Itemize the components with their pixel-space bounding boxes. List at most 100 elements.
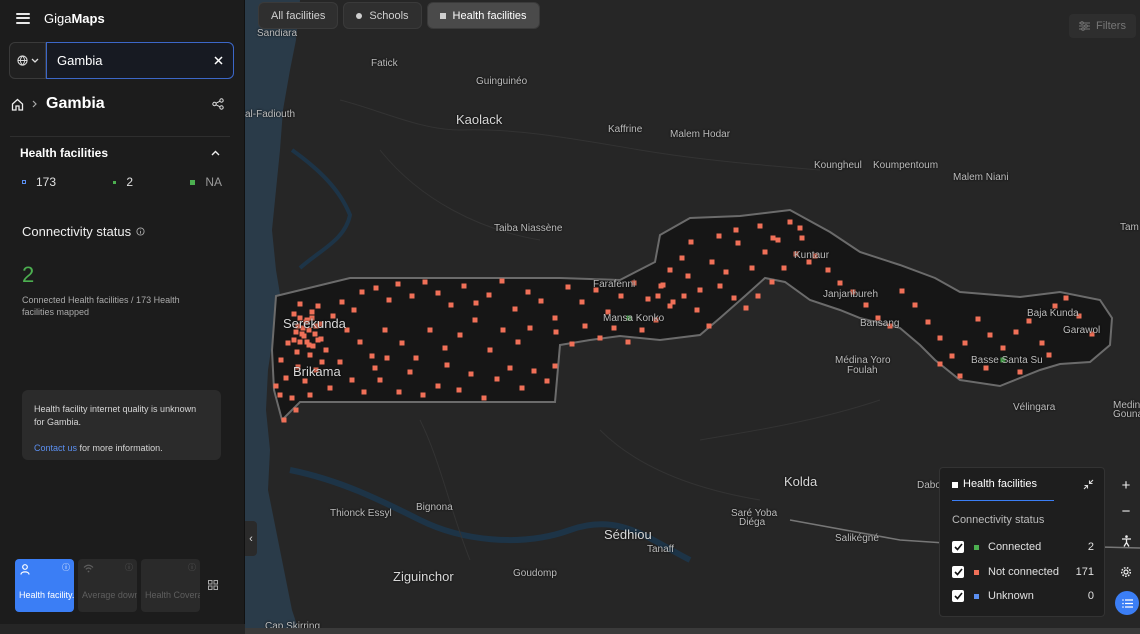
chevron-up-icon[interactable] — [211, 150, 220, 156]
facility-marker-not-connected[interactable] — [770, 235, 776, 241]
facility-marker-not-connected[interactable] — [442, 345, 448, 351]
facility-marker-not-connected[interactable] — [386, 297, 392, 303]
facility-marker-not-connected[interactable] — [975, 316, 981, 322]
settings-button[interactable] — [1116, 564, 1136, 580]
facility-marker-not-connected[interactable] — [645, 296, 651, 302]
facility-marker-not-connected[interactable] — [538, 298, 544, 304]
facility-marker-not-connected[interactable] — [569, 341, 575, 347]
facility-marker-not-connected[interactable] — [1046, 352, 1052, 358]
facility-marker-not-connected[interactable] — [294, 349, 300, 355]
facility-marker-not-connected[interactable] — [525, 289, 531, 295]
contact-link[interactable]: Contact us — [34, 443, 77, 453]
facility-marker-not-connected[interactable] — [899, 288, 905, 294]
facility-marker-not-connected[interactable] — [1000, 345, 1006, 351]
tab-health-facilities[interactable]: Health facilities — [426, 2, 540, 29]
facility-marker-not-connected[interactable] — [937, 335, 943, 341]
facility-marker-not-connected[interactable] — [278, 357, 284, 363]
facility-marker-not-connected[interactable] — [655, 293, 661, 299]
facility-marker-not-connected[interactable] — [277, 392, 283, 398]
facility-marker-not-connected[interactable] — [361, 389, 367, 395]
facility-marker-not-connected[interactable] — [625, 339, 631, 345]
facility-marker-not-connected[interactable] — [1063, 295, 1069, 301]
tab-schools[interactable]: Schools — [343, 2, 422, 29]
facility-marker-not-connected[interactable] — [349, 377, 355, 383]
facility-marker-not-connected[interactable] — [1013, 329, 1019, 335]
facility-marker-not-connected[interactable] — [283, 375, 289, 381]
facility-marker-not-connected[interactable] — [565, 284, 571, 290]
facility-marker-not-connected[interactable] — [717, 283, 723, 289]
facility-marker-not-connected[interactable] — [481, 395, 487, 401]
facility-marker-not-connected[interactable] — [339, 299, 345, 305]
facility-marker-not-connected[interactable] — [769, 279, 775, 285]
facility-marker-not-connected[interactable] — [499, 278, 505, 284]
facility-marker-not-connected[interactable] — [307, 392, 313, 398]
facility-marker-not-connected[interactable] — [709, 259, 715, 265]
grid-icon[interactable] — [208, 580, 218, 590]
checkbox[interactable] — [952, 541, 964, 553]
card-header[interactable]: Health facilities — [10, 137, 230, 160]
facility-marker-not-connected[interactable] — [582, 323, 588, 329]
facility-marker-not-connected[interactable] — [679, 255, 685, 261]
layer-tile-health-facility[interactable]: ⓘ Health facility... — [15, 559, 74, 612]
facility-marker-not-connected[interactable] — [285, 340, 291, 346]
facility-marker-not-connected[interactable] — [688, 239, 694, 245]
facility-marker-not-connected[interactable] — [395, 281, 401, 287]
layer-tile-average-download[interactable]: ⓘ Average download... — [78, 559, 137, 612]
facility-marker-not-connected[interactable] — [694, 307, 700, 313]
checkbox[interactable] — [952, 590, 964, 602]
facility-marker-not-connected[interactable] — [957, 373, 963, 379]
facility-marker-not-connected[interactable] — [519, 385, 525, 391]
facility-marker-not-connected[interactable] — [310, 343, 316, 349]
checkbox[interactable] — [952, 566, 964, 578]
facility-marker-not-connected[interactable] — [487, 347, 493, 353]
facility-marker-not-connected[interactable] — [757, 223, 763, 229]
facility-marker-not-connected[interactable] — [716, 233, 722, 239]
facility-marker-not-connected[interactable] — [486, 292, 492, 298]
facility-marker-not-connected[interactable] — [461, 283, 467, 289]
facility-marker-not-connected[interactable] — [611, 325, 617, 331]
facility-marker-not-connected[interactable] — [553, 329, 559, 335]
facility-marker-not-connected[interactable] — [723, 269, 729, 275]
facility-marker-not-connected[interactable] — [731, 295, 737, 301]
facility-marker-not-connected[interactable] — [382, 327, 388, 333]
info-icon[interactable]: ⓘ — [188, 562, 196, 574]
facility-marker-not-connected[interactable] — [775, 237, 781, 243]
facility-marker-not-connected[interactable] — [377, 377, 383, 383]
facility-marker-not-connected[interactable] — [413, 355, 419, 361]
facility-marker-not-connected[interactable] — [743, 305, 749, 311]
accessibility-button[interactable] — [1116, 533, 1136, 549]
facility-marker-not-connected[interactable] — [618, 293, 624, 299]
facility-marker-not-connected[interactable] — [579, 299, 585, 305]
legend-row-not-connected[interactable]: Not connected 171 — [952, 566, 1094, 578]
facility-marker-not-connected[interactable] — [307, 352, 313, 358]
facility-marker-not-connected[interactable] — [473, 300, 479, 306]
facility-marker-not-connected[interactable] — [962, 340, 968, 346]
zoom-out-button[interactable]: − — [1116, 502, 1136, 520]
facility-marker-not-connected[interactable] — [297, 339, 303, 345]
facility-marker-not-connected[interactable] — [369, 353, 375, 359]
facility-marker-not-connected[interactable] — [667, 303, 673, 309]
facility-marker-not-connected[interactable] — [472, 317, 478, 323]
facility-marker-not-connected[interactable] — [781, 265, 787, 271]
facility-marker-not-connected[interactable] — [384, 355, 390, 361]
facility-marker-not-connected[interactable] — [312, 331, 318, 337]
layer-tile-health-coverage[interactable]: ⓘ Health Coverage... — [141, 559, 200, 612]
facility-marker-not-connected[interactable] — [987, 332, 993, 338]
facility-marker-not-connected[interactable] — [315, 303, 321, 309]
filters-button[interactable]: Filters — [1069, 14, 1136, 38]
facility-marker-not-connected[interactable] — [1017, 369, 1023, 375]
facility-marker-not-connected[interactable] — [359, 289, 365, 295]
facility-marker-not-connected[interactable] — [351, 307, 357, 313]
facility-marker-not-connected[interactable] — [357, 339, 363, 345]
facility-marker-not-connected[interactable] — [372, 365, 378, 371]
facility-marker-not-connected[interactable] — [1026, 318, 1032, 324]
facility-marker-not-connected[interactable] — [667, 267, 673, 273]
facility-marker-not-connected[interactable] — [435, 383, 441, 389]
legend-row-connected[interactable]: Connected 2 — [952, 541, 1094, 553]
facility-marker-not-connected[interactable] — [1039, 340, 1045, 346]
facility-marker-not-connected[interactable] — [494, 376, 500, 382]
facility-marker-not-connected[interactable] — [552, 315, 558, 321]
facility-marker-not-connected[interactable] — [500, 327, 506, 333]
info-icon[interactable]: ⓘ — [62, 562, 70, 574]
facility-marker-not-connected[interactable] — [552, 363, 558, 369]
